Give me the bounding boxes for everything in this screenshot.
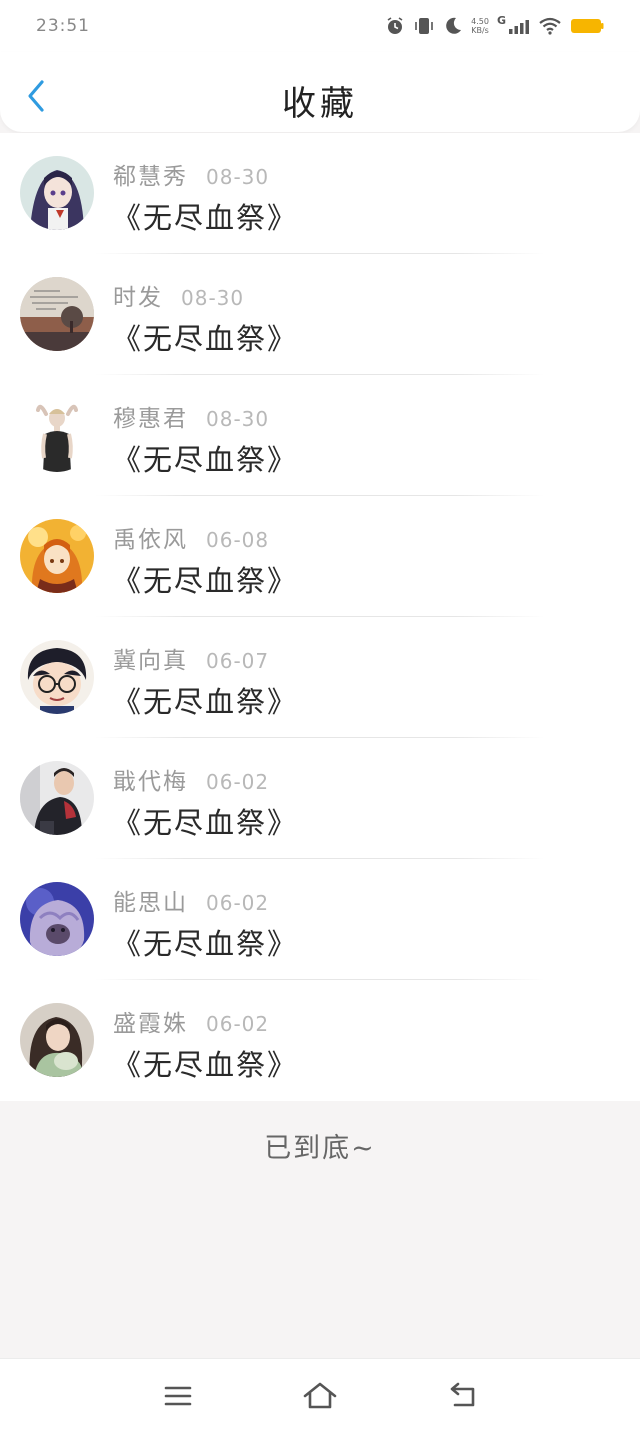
home-button[interactable]: [300, 1379, 340, 1413]
user-name: 禹依风: [113, 527, 188, 553]
favorites-screen: 23:51 4.50 KB/s G 收藏 郗慧秀 08-30 《无尽血祭》 时发…: [0, 0, 640, 1433]
list-item[interactable]: 郗慧秀 08-30 《无尽血祭》: [0, 133, 640, 254]
system-nav-bar: [0, 1358, 640, 1433]
post-date: 06-07: [206, 649, 270, 673]
vibrate-icon: [415, 18, 433, 34]
book-title: 《无尽血祭》: [112, 443, 299, 477]
avatar[interactable]: [20, 519, 94, 593]
book-title: 《无尽血祭》: [112, 685, 299, 719]
avatar-girl-plush-icon: [20, 1003, 94, 1077]
back-icon: [450, 1382, 475, 1407]
avatar[interactable]: [20, 761, 94, 835]
list-item[interactable]: 冀向真 06-07 《无尽血祭》: [0, 617, 640, 738]
alarm-icon: [387, 17, 403, 34]
user-name: 盛霞姝: [113, 1011, 188, 1037]
avatar-anime-girl-icon: [20, 156, 94, 230]
status-bar: 23:51 4.50 KB/s G: [0, 0, 640, 52]
net-speed-unit: KB/s: [471, 26, 489, 35]
page-title: 收藏: [282, 84, 358, 124]
battery-icon: [571, 19, 604, 33]
item-meta: 盛霞姝 06-02: [113, 1004, 269, 1038]
post-date: 06-02: [206, 770, 270, 794]
user-name: 郗慧秀: [113, 164, 188, 190]
user-name: 戢代梅: [113, 769, 188, 795]
book-title: 《无尽血祭》: [112, 1048, 299, 1082]
list-item[interactable]: 戢代梅 06-02 《无尽血祭》: [0, 738, 640, 859]
post-date: 06-02: [206, 1012, 270, 1036]
list-item[interactable]: 时发 08-30 《无尽血祭》: [0, 254, 640, 375]
avatar-sunset-tree-icon: [20, 277, 94, 351]
post-date: 06-08: [206, 528, 270, 552]
book-title: 《无尽血祭》: [112, 322, 299, 356]
avatar-fluffy-animal-icon: [20, 882, 94, 956]
avatar[interactable]: [20, 277, 94, 351]
avatar-golden-anime-icon: [20, 519, 94, 593]
avatar-boy-glasses-icon: [20, 640, 94, 714]
avatar[interactable]: [20, 640, 94, 714]
avatar-woman-portrait-icon: [20, 398, 94, 472]
list-item[interactable]: 穆惠君 08-30 《无尽血祭》: [0, 375, 640, 496]
favorites-list: 郗慧秀 08-30 《无尽血祭》 时发 08-30 《无尽血祭》 穆惠君 08-…: [0, 133, 640, 1101]
back-nav-button[interactable]: [442, 1379, 482, 1413]
item-meta: 郗慧秀 08-30: [113, 157, 269, 191]
net-speed: 4.50 KB/s: [471, 17, 489, 35]
end-of-list-text: 已到底~: [264, 1133, 376, 1164]
book-title: 《无尽血祭》: [112, 201, 299, 235]
avatar[interactable]: [20, 1003, 94, 1077]
item-meta: 戢代梅 06-02: [113, 762, 269, 796]
item-meta: 冀向真 06-07: [113, 641, 269, 675]
user-name: 冀向真: [113, 648, 188, 674]
book-title: 《无尽血祭》: [112, 927, 299, 961]
book-title: 《无尽血祭》: [112, 564, 299, 598]
item-meta: 时发 08-30: [113, 278, 244, 312]
avatar-man-jacket-icon: [20, 761, 94, 835]
post-date: 08-30: [181, 286, 245, 310]
moon-icon: [446, 17, 462, 34]
network-type: G: [496, 13, 506, 27]
menu-button[interactable]: [158, 1379, 198, 1413]
user-name: 能思山: [113, 890, 188, 916]
signal-icon: [509, 20, 529, 34]
home-icon: [303, 1382, 337, 1409]
user-name: 穆惠君: [113, 406, 188, 432]
wifi-icon: [539, 17, 561, 35]
user-name: 时发: [113, 285, 163, 311]
app-header: 收藏: [0, 52, 640, 132]
avatar[interactable]: [20, 398, 94, 472]
item-meta: 禹依风 06-08: [113, 520, 269, 554]
item-meta: 能思山 06-02: [113, 883, 269, 917]
status-icons: 4.50 KB/s G: [385, 13, 604, 36]
book-title: 《无尽血祭》: [112, 806, 299, 840]
post-date: 08-30: [206, 407, 270, 431]
avatar[interactable]: [20, 882, 94, 956]
item-meta: 穆惠君 08-30: [113, 399, 269, 433]
post-date: 08-30: [206, 165, 270, 189]
avatar[interactable]: [20, 156, 94, 230]
net-speed-value: 4.50: [471, 17, 489, 26]
list-item[interactable]: 禹依风 06-08 《无尽血祭》: [0, 496, 640, 617]
post-date: 06-02: [206, 891, 270, 915]
menu-icon: [164, 1386, 192, 1406]
list-item[interactable]: 盛霞姝 06-02 《无尽血祭》: [0, 980, 640, 1101]
status-time: 23:51: [36, 16, 90, 36]
list-item[interactable]: 能思山 06-02 《无尽血祭》: [0, 859, 640, 980]
